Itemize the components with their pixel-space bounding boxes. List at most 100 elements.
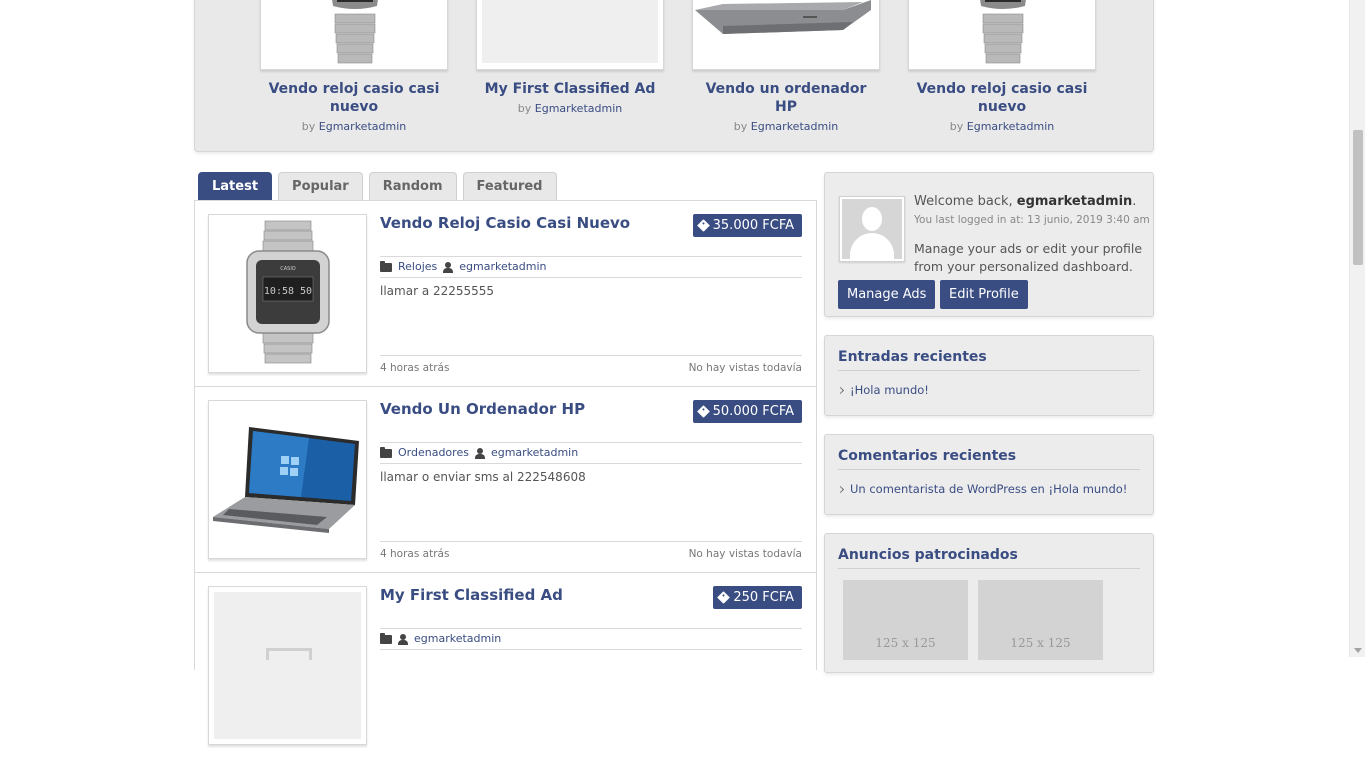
featured-byline: by Egmarketadmin	[246, 120, 462, 133]
featured-title[interactable]: Vendo un ordenador HP	[678, 80, 894, 116]
avatar	[839, 196, 905, 262]
tab-featured[interactable]: Featured	[462, 172, 557, 200]
author-link[interactable]: egmarketadmin	[491, 443, 578, 463]
recent-posts-widget: Entradas recientes ¡Hola mundo!	[824, 335, 1154, 416]
featured-author-link[interactable]: Egmarketadmin	[319, 120, 406, 133]
placeholder-image	[482, 0, 658, 63]
welcome-username: egmarketadmin	[1016, 194, 1133, 209]
list-item[interactable]: ¡Hola mundo!	[836, 383, 1140, 397]
list-item: 10:58 50 CASIO Vendo Reloj Casio Casi Nu…	[195, 201, 816, 387]
featured-author-link[interactable]: Egmarketadmin	[751, 120, 838, 133]
featured-thumbnail[interactable]	[476, 0, 664, 70]
featured-item[interactable]: My First Classified Ad by Egmarketadmin	[462, 0, 678, 115]
featured-author-link[interactable]: Egmarketadmin	[967, 120, 1054, 133]
price-badge: 35.000 FCFA	[692, 214, 802, 237]
category-link[interactable]: Ordenadores	[398, 443, 469, 463]
price-value: 50.000 FCFA	[712, 404, 794, 419]
featured-thumbnail[interactable]	[692, 0, 880, 70]
featured-thumbnail[interactable]	[908, 0, 1096, 70]
svg-text:10:58 50: 10:58 50	[264, 286, 312, 297]
listing-meta: egmarketadmin	[380, 628, 802, 650]
scroll-down-icon[interactable]	[1354, 648, 1362, 653]
comment-link[interactable]: Un comentarista de WordPress en ¡Hola mu…	[850, 482, 1127, 496]
by-label: by	[949, 120, 964, 133]
featured-thumbnail[interactable]	[260, 0, 448, 70]
ad-slot[interactable]: 125 x 125	[843, 580, 968, 660]
featured-title[interactable]: Vendo reloj casio casi nuevo	[894, 80, 1110, 116]
by-label: by	[733, 120, 748, 133]
folder-icon	[380, 632, 392, 644]
scrollbar-thumb[interactable]	[1353, 130, 1363, 265]
widget-title: Entradas recientes	[838, 349, 1140, 371]
folder-icon	[380, 446, 392, 458]
folder-icon	[380, 260, 392, 272]
price-badge: 50.000 FCFA	[692, 400, 802, 423]
chevron-right-icon	[836, 485, 845, 493]
recent-comments-widget: Comentarios recientes Un comentarista de…	[824, 434, 1154, 515]
placeholder-image	[214, 592, 361, 739]
price-badge: 250 FCFA	[713, 586, 802, 609]
author-link[interactable]: egmarketadmin	[459, 257, 546, 277]
list-item: My First Classified Ad 250 FCFA egmarket…	[195, 573, 816, 759]
author-link[interactable]: egmarketadmin	[414, 629, 501, 649]
featured-byline: by Egmarketadmin	[678, 120, 894, 133]
laptop-image	[213, 427, 359, 533]
featured-item[interactable]: Vendo reloj casio casi nuevo by Egmarket…	[894, 0, 1110, 133]
welcome-text: Welcome back, egmarketadmin.	[914, 194, 1137, 209]
list-item: Vendo Un Ordenador HP 50.000 FCFA Ordena…	[195, 387, 816, 573]
image-placeholder-icon	[266, 648, 312, 660]
featured-title[interactable]: My First Classified Ad	[462, 80, 678, 98]
listing-thumbnail[interactable]	[208, 400, 367, 559]
vertical-scrollbar[interactable]	[1349, 0, 1365, 657]
listing-meta: Ordenadores egmarketadmin	[380, 442, 802, 464]
featured-item[interactable]: Vendo reloj casio casi nuevo by Egmarket…	[246, 0, 462, 133]
featured-byline: by Egmarketadmin	[462, 102, 678, 115]
listing-thumbnail[interactable]: 10:58 50 CASIO	[208, 214, 367, 373]
tab-latest[interactable]: Latest	[198, 172, 273, 200]
listing-title[interactable]: My First Classified Ad	[380, 586, 563, 604]
by-label: by	[301, 120, 316, 133]
listing-title[interactable]: Vendo Reloj Casio Casi Nuevo	[380, 214, 630, 232]
user-icon	[474, 447, 485, 459]
welcome-description: Manage your ads or edit your profile fro…	[914, 241, 1143, 274]
tab-random[interactable]: Random	[368, 172, 457, 200]
list-item[interactable]: Un comentarista de WordPress en ¡Hola mu…	[836, 482, 1140, 496]
listing-footer: 4 horas atrás No hay vistas todavía	[380, 541, 802, 560]
tag-icon	[696, 405, 710, 418]
featured-title[interactable]: Vendo reloj casio casi nuevo	[246, 80, 462, 116]
listing-time: 4 horas atrás	[380, 548, 450, 560]
watch-image: 10:58 50 CASIO	[246, 220, 330, 364]
watch-image	[331, 0, 379, 69]
listing-views: No hay vistas todavía	[688, 362, 802, 374]
tab-popular[interactable]: Popular	[278, 172, 363, 200]
welcome-greeting: Welcome back,	[914, 194, 1013, 209]
listing-views: No hay vistas todavía	[688, 548, 802, 560]
listing-thumbnail[interactable]	[208, 586, 367, 745]
user-avatar-icon	[842, 199, 902, 259]
tag-icon	[696, 219, 710, 232]
featured-item[interactable]: Vendo un ordenador HP by Egmarketadmin	[678, 0, 894, 133]
user-icon	[398, 633, 408, 645]
listing-tabs: Latest Popular Random Featured	[198, 172, 563, 200]
svg-text:CASIO: CASIO	[280, 266, 296, 272]
featured-byline: by Egmarketadmin	[894, 120, 1110, 133]
listing-description: llamar a 22255555	[380, 284, 495, 298]
category-link[interactable]: Relojes	[398, 257, 437, 277]
listing-meta: Relojes egmarketadmin	[380, 256, 802, 278]
featured-author-link[interactable]: Egmarketadmin	[535, 102, 622, 115]
last-login: You last logged in at: 13 junio, 2019 3:…	[914, 214, 1150, 226]
listing-footer: 4 horas atrás No hay vistas todavía	[380, 355, 802, 374]
ad-slot[interactable]: 125 x 125	[978, 580, 1103, 660]
price-value: 250 FCFA	[733, 590, 794, 605]
listing-title[interactable]: Vendo Un Ordenador HP	[380, 400, 585, 418]
listing-description: llamar o enviar sms al 222548608	[380, 470, 586, 484]
post-link[interactable]: ¡Hola mundo!	[850, 383, 929, 397]
welcome-widget: Welcome back, egmarketadmin. You last lo…	[824, 172, 1154, 317]
edit-profile-button[interactable]: Edit Profile	[940, 280, 1028, 309]
manage-ads-button[interactable]: Manage Ads	[838, 280, 936, 309]
sponsored-ads-widget: Anuncios patrocinados 125 x 125 125 x 12…	[824, 533, 1154, 673]
watch-image	[980, 0, 1026, 64]
listing-time: 4 horas atrás	[380, 362, 450, 374]
widget-title: Comentarios recientes	[838, 448, 1140, 470]
tag-icon	[717, 591, 731, 604]
